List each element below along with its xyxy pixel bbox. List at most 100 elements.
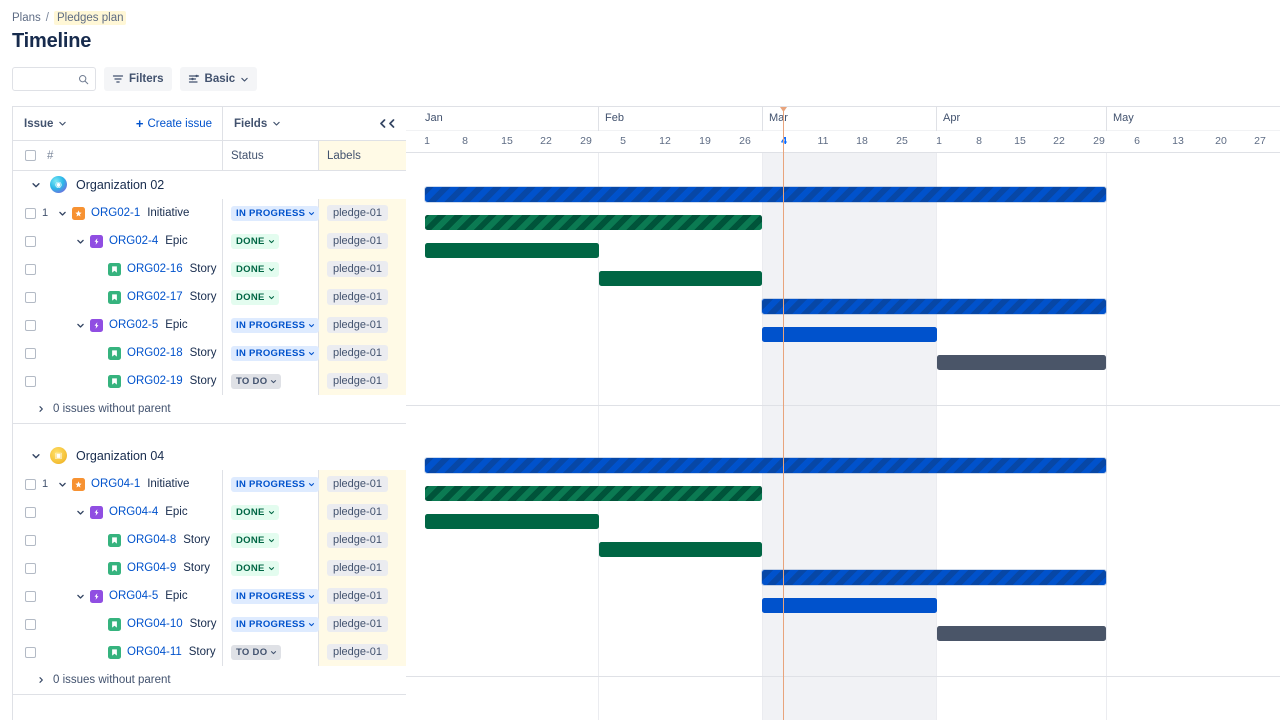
gantt-bar[interactable]	[425, 458, 1106, 473]
issue-key-link[interactable]: ORG02-19	[127, 375, 183, 387]
row-checkbox[interactable]	[25, 319, 36, 331]
row-checkbox[interactable]	[25, 590, 36, 602]
view-mode-button[interactable]: Basic	[179, 67, 258, 91]
table-row[interactable]: ORG04-11 Story TO DO pledge-01	[13, 638, 406, 666]
issue-key-link[interactable]: ORG04-4	[109, 506, 158, 518]
issue-key-link[interactable]: ORG02-16	[127, 263, 183, 275]
table-row[interactable]: ORG02-4 Epic DONE pledge-01	[13, 227, 406, 255]
gantt-bar[interactable]	[425, 243, 599, 258]
chevron-down-icon[interactable]	[58, 480, 67, 489]
status-badge[interactable]: IN PROGRESS	[231, 205, 320, 221]
row-checkbox[interactable]	[25, 478, 36, 490]
issue-key-link[interactable]: ORG04-1	[91, 478, 140, 490]
collapse-fields-button[interactable]	[379, 119, 396, 128]
table-row[interactable]: ORG04-5 Epic IN PROGRESS pledge-01	[13, 582, 406, 610]
issue-key-link[interactable]: ORG02-17	[127, 291, 183, 303]
chevron-down-icon[interactable]	[76, 321, 85, 330]
table-row[interactable]: ORG02-17 Story DONE pledge-01	[13, 283, 406, 311]
fields-column-label-group[interactable]: Fields	[234, 118, 281, 130]
group-header[interactable]: ◉ Organization 02	[13, 171, 406, 199]
gantt-bar[interactable]	[425, 514, 599, 529]
status-badge[interactable]: TO DO	[231, 373, 282, 389]
label-chip[interactable]: pledge-01	[327, 345, 388, 361]
status-badge[interactable]: DONE	[231, 532, 279, 548]
gantt-bar[interactable]	[762, 570, 1106, 585]
chevron-right-icon[interactable]	[37, 676, 45, 684]
breadcrumb-current-plan[interactable]: Pledges plan	[53, 11, 127, 25]
table-row[interactable]: 1 ORG02-1 Initiative IN PROGRESS pledge-01	[13, 199, 406, 227]
issue-key-link[interactable]: ORG04-11	[127, 646, 182, 658]
search-input[interactable]	[19, 73, 78, 85]
status-badge[interactable]: IN PROGRESS	[231, 616, 320, 632]
select-all-checkbox[interactable]	[25, 150, 36, 161]
row-checkbox[interactable]	[25, 263, 36, 275]
label-chip[interactable]: pledge-01	[327, 261, 388, 277]
row-checkbox[interactable]	[25, 562, 36, 574]
issue-key-link[interactable]: ORG02-18	[127, 347, 183, 359]
chevron-down-icon[interactable]	[76, 508, 85, 517]
table-row[interactable]: ORG02-5 Epic IN PROGRESS pledge-01	[13, 311, 406, 339]
chevron-down-icon[interactable]	[31, 180, 41, 190]
label-chip[interactable]: pledge-01	[327, 588, 388, 604]
issue-column-label-group[interactable]: Issue	[24, 118, 67, 130]
status-badge[interactable]: DONE	[231, 289, 279, 305]
label-chip[interactable]: pledge-01	[327, 476, 388, 492]
filters-button[interactable]: Filters	[104, 67, 172, 91]
gantt-bar[interactable]	[599, 542, 762, 557]
row-checkbox[interactable]	[25, 347, 36, 359]
label-chip[interactable]: pledge-01	[327, 289, 388, 305]
row-checkbox[interactable]	[25, 618, 36, 630]
gantt-bar[interactable]	[425, 215, 762, 230]
table-row[interactable]: ORG04-8 Story DONE pledge-01	[13, 526, 406, 554]
chevron-right-icon[interactable]	[37, 405, 45, 413]
status-badge[interactable]: DONE	[231, 261, 279, 277]
table-row[interactable]: 1 ORG04-1 Initiative IN PROGRESS pledge-01	[13, 470, 406, 498]
gantt-bar[interactable]	[937, 626, 1106, 641]
row-checkbox[interactable]	[25, 235, 36, 247]
status-badge[interactable]: TO DO	[231, 644, 282, 660]
gantt-bar[interactable]	[762, 299, 1106, 314]
table-row[interactable]: ORG04-10 Story IN PROGRESS pledge-01	[13, 610, 406, 638]
table-row[interactable]: ORG04-4 Epic DONE pledge-01	[13, 498, 406, 526]
gantt-bar[interactable]	[937, 355, 1106, 370]
status-badge[interactable]: DONE	[231, 504, 279, 520]
issue-key-link[interactable]: ORG02-4	[109, 235, 158, 247]
chevron-down-icon[interactable]	[58, 209, 67, 218]
issue-key-link[interactable]: ORG04-9	[127, 562, 176, 574]
table-row[interactable]: ORG02-19 Story TO DO pledge-01	[13, 367, 406, 395]
label-chip[interactable]: pledge-01	[327, 504, 388, 520]
issue-key-link[interactable]: ORG02-1	[91, 207, 140, 219]
row-checkbox[interactable]	[25, 646, 36, 658]
breadcrumb-plans-link[interactable]: Plans	[12, 12, 41, 24]
status-badge[interactable]: IN PROGRESS	[231, 476, 320, 492]
label-chip[interactable]: pledge-01	[327, 644, 388, 660]
label-chip[interactable]: pledge-01	[327, 560, 388, 576]
status-badge[interactable]: DONE	[231, 233, 279, 249]
gantt-bar[interactable]	[599, 271, 762, 286]
chevron-down-icon[interactable]	[31, 451, 41, 461]
table-row[interactable]: ORG04-9 Story DONE pledge-01	[13, 554, 406, 582]
create-issue-button[interactable]: + Create issue	[136, 117, 212, 130]
status-badge[interactable]: DONE	[231, 560, 279, 576]
issue-key-link[interactable]: ORG04-8	[127, 534, 176, 546]
label-chip[interactable]: pledge-01	[327, 616, 388, 632]
label-chip[interactable]: pledge-01	[327, 233, 388, 249]
issue-key-link[interactable]: ORG04-5	[109, 590, 158, 602]
issues-without-parent-row[interactable]: 0 issues without parent	[13, 395, 406, 423]
chevron-down-icon[interactable]	[76, 237, 85, 246]
chevron-down-icon[interactable]	[76, 592, 85, 601]
gantt-bar[interactable]	[425, 187, 1106, 202]
gantt-bar[interactable]	[762, 327, 937, 342]
status-badge[interactable]: IN PROGRESS	[231, 345, 320, 361]
issue-key-link[interactable]: ORG04-10	[127, 618, 183, 630]
label-chip[interactable]: pledge-01	[327, 532, 388, 548]
table-row[interactable]: ORG02-16 Story DONE pledge-01	[13, 255, 406, 283]
row-checkbox[interactable]	[25, 375, 36, 387]
label-chip[interactable]: pledge-01	[327, 373, 388, 389]
row-checkbox[interactable]	[25, 534, 36, 546]
issue-key-link[interactable]: ORG02-5	[109, 319, 158, 331]
group-header[interactable]: ▣ Organization 04	[13, 442, 406, 470]
status-badge[interactable]: IN PROGRESS	[231, 588, 320, 604]
issues-without-parent-row[interactable]: 0 issues without parent	[13, 666, 406, 694]
search-box[interactable]	[12, 67, 96, 91]
